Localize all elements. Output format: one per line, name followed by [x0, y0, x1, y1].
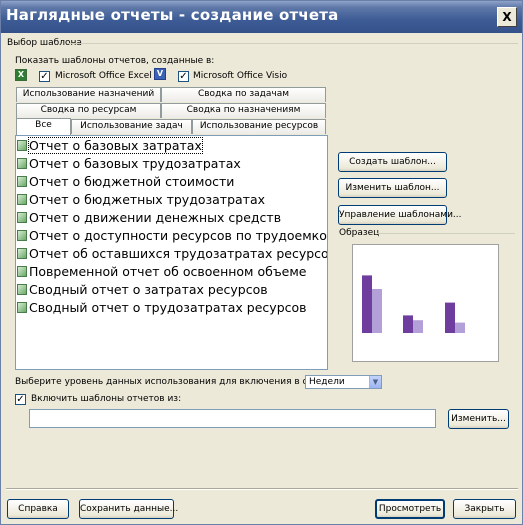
chevron-down-icon[interactable]: ▼ — [369, 376, 381, 388]
excel-report-icon — [17, 266, 27, 277]
change-path-button[interactable]: Изменить... — [448, 409, 509, 429]
usage-level-select[interactable]: Недели ▼ — [305, 375, 382, 389]
save-data-button[interactable]: Сохранить данные... — [79, 499, 178, 519]
templates-path-field[interactable] — [29, 409, 436, 428]
visio-checkbox[interactable]: ✓ — [178, 71, 189, 82]
usage-level-label: Выберите уровень данных использования дл… — [15, 377, 333, 387]
new-template-button[interactable]: Создать шаблон... — [338, 152, 447, 172]
sample-chart — [362, 275, 465, 333]
sample-preview — [352, 244, 499, 362]
template-group-line — [67, 43, 518, 44]
tab-resource-summary[interactable]: Сводка по ресурсам — [16, 103, 161, 118]
list-item[interactable]: Повременной отчет об освоенном объеме — [17, 263, 306, 281]
sample-bar — [445, 302, 455, 333]
tab-resource-usage[interactable]: Использование ресурсов — [192, 119, 326, 134]
tab-all[interactable]: Все — [16, 118, 71, 135]
excel-report-icon — [17, 140, 27, 151]
close-button[interactable]: X — [497, 7, 517, 27]
excel-report-icon — [17, 302, 27, 313]
footer-separator — [6, 488, 518, 490]
edit-template-button[interactable]: Изменить шаблон... — [338, 178, 447, 198]
list-item[interactable]: Отчет о базовых затратах — [17, 137, 203, 155]
tab-assignment-summary[interactable]: Сводка по назначениям — [161, 103, 326, 118]
excel-report-icon — [17, 284, 27, 295]
excel-report-icon — [17, 194, 27, 205]
sample-group-line — [377, 233, 515, 234]
excel-report-icon — [17, 248, 27, 259]
window-title: Наглядные отчеты - создание отчета — [6, 6, 339, 24]
show-templates-label: Показать шаблоны отчетов, созданные в: — [15, 56, 215, 66]
sample-bar — [413, 320, 423, 333]
sample-bar — [362, 275, 372, 333]
tab-assignment-usage[interactable]: Использование назначений — [16, 87, 161, 102]
list-item[interactable]: Отчет о бюджетной стоимости — [17, 173, 234, 191]
report-list[interactable]: Отчет о базовых затратах Отчет о базовых… — [15, 135, 328, 370]
excel-checkbox[interactable]: ✓ — [39, 71, 50, 82]
list-item[interactable]: Отчет о бюджетных трудозатратах — [17, 191, 265, 209]
excel-report-icon — [17, 158, 27, 169]
list-item[interactable]: Сводный отчет о трудозатратах ресурсов — [17, 299, 307, 317]
sample-label: Образец — [339, 228, 380, 238]
help-button[interactable]: Справка — [7, 499, 69, 519]
tab-task-summary[interactable]: Сводка по задачам — [161, 87, 326, 102]
include-templates-label: Включить шаблоны отчетов из: — [31, 394, 182, 404]
excel-report-icon — [17, 230, 27, 241]
title-bar: Наглядные отчеты - создание отчета X — [1, 1, 522, 33]
list-item[interactable]: Сводный отчет о затратах ресурсов — [17, 281, 268, 299]
list-item[interactable]: Отчет о движении денежных средств — [17, 209, 281, 227]
tab-task-usage[interactable]: Использование задач — [71, 119, 192, 134]
excel-icon: X — [15, 69, 27, 81]
sample-bar — [455, 322, 465, 333]
visio-checkbox-label: Microsoft Office Visio — [193, 71, 288, 81]
usage-level-value: Недели — [309, 377, 345, 387]
sample-bar — [372, 289, 382, 333]
excel-report-icon — [17, 176, 27, 187]
visio-icon: V — [154, 68, 166, 80]
include-templates-checkbox[interactable]: ✓ — [15, 394, 26, 405]
close-dialog-button[interactable]: Закрыть — [453, 499, 516, 519]
list-item[interactable]: Отчет о базовых трудозатратах — [17, 155, 241, 173]
list-item[interactable]: Отчет о доступности ресурсов по трудоемк… — [17, 227, 327, 245]
list-item[interactable]: Отчет об оставшихся трудозатратах ресурс… — [17, 245, 327, 263]
view-button[interactable]: Просмотреть — [375, 499, 445, 519]
manage-templates-button[interactable]: Управление шаблонами... — [338, 205, 462, 225]
excel-checkbox-label: Microsoft Office Excel — [55, 71, 152, 81]
report-dialog: Наглядные отчеты - создание отчета X Выб… — [0, 0, 523, 525]
sample-bar — [403, 315, 413, 333]
excel-report-icon — [17, 212, 27, 223]
